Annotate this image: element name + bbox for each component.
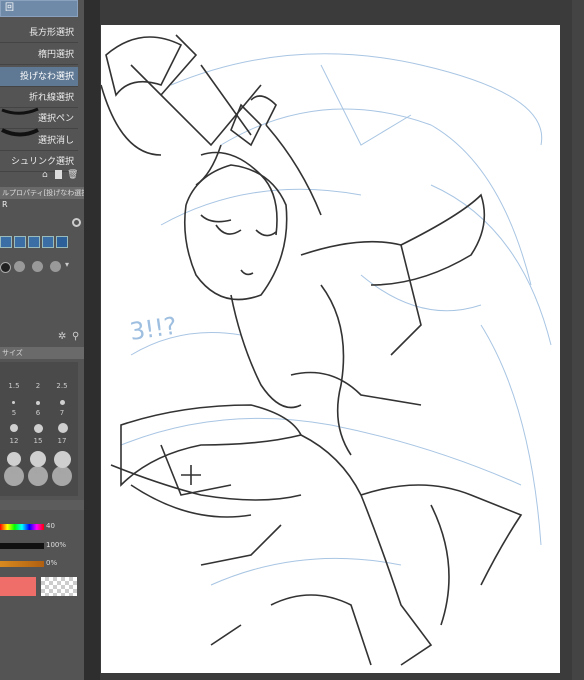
brush-size-dot	[7, 452, 21, 466]
selection-mode-subtract-icon[interactable]	[28, 236, 40, 248]
brush-size-dot	[34, 424, 43, 433]
brush-size-dot	[60, 400, 65, 405]
brush-size-label: 2	[35, 382, 41, 390]
brush-size-label: 6	[35, 409, 41, 417]
hue-slider[interactable]	[0, 524, 44, 530]
tool-mark-label: R	[2, 200, 8, 209]
drawing-canvas[interactable]: 3!!?	[100, 25, 560, 673]
tool-property-header: ルプロパティ[投げなわ選択]	[0, 187, 84, 199]
selection-mode-intersect-icon[interactable]	[42, 236, 54, 248]
brush-size-dot	[10, 424, 18, 432]
opacity-value: 100%	[46, 541, 67, 549]
color-slider-value: 0%	[46, 559, 58, 567]
brush-size-dot	[30, 451, 46, 467]
brush-size-label: 12	[9, 437, 19, 445]
color-panel-tabs[interactable]	[0, 500, 84, 510]
panel-scrollbar[interactable]	[84, 0, 100, 680]
brush-size-header: サイズ	[0, 347, 84, 359]
panel-top-button[interactable]: 回	[0, 0, 78, 17]
magnifier-icon[interactable]	[72, 218, 81, 227]
subtool-lasso-select[interactable]: 投げなわ選択	[0, 67, 78, 87]
main-color-swatch[interactable]	[0, 577, 36, 596]
brush-size-label: 7	[59, 409, 65, 417]
settings-icon[interactable]: ✲	[58, 331, 66, 342]
brush-size-dot	[36, 401, 40, 405]
brush-size-dot	[28, 466, 48, 486]
brush-size-grid[interactable]: 1.5 2 2.5 5 6 7 12 15 17 30 40 50	[0, 362, 78, 496]
color-slider[interactable]	[0, 561, 44, 567]
canvas-annotation: 3!!?	[128, 312, 179, 346]
chevron-down-icon[interactable]: ▾	[65, 260, 69, 269]
antialias-options[interactable]: ▾	[0, 260, 78, 274]
trash-icon[interactable]: 🗑	[67, 170, 78, 180]
brush-size-dot	[4, 466, 24, 486]
hue-value: 40	[46, 522, 55, 530]
canvas-scrollbar[interactable]	[572, 0, 584, 680]
opacity-slider[interactable]	[0, 543, 44, 549]
brush-size-label: 2.5	[56, 382, 68, 390]
subtool-actions: ⌂ 🗑	[42, 169, 78, 181]
brush-size-label: 17	[57, 437, 67, 445]
brush-size-dot	[52, 466, 72, 486]
selection-mode-select-icon[interactable]	[56, 236, 68, 248]
brush-size-label: 15	[33, 437, 43, 445]
selection-mode-new-icon[interactable]	[0, 236, 12, 248]
folder-icon[interactable]: ⌂	[42, 170, 48, 180]
tool-panel: 回 長方形選択 楕円選択 投げなわ選択 折れ線選択 選択ペン 選択消し シュリン…	[0, 0, 84, 680]
wrench-icon[interactable]: ⚲	[72, 331, 79, 342]
brush-size-dot	[12, 401, 15, 404]
sketch-artwork: 3!!?	[100, 34, 552, 666]
brush-size-dot	[58, 423, 68, 433]
brush-size-label: 5	[11, 409, 17, 417]
subtool-selection-eraser[interactable]: 選択消し	[0, 131, 78, 151]
transparent-color-swatch[interactable]	[41, 577, 77, 596]
selection-mode-add-icon[interactable]	[14, 236, 26, 248]
subtool-rect-select[interactable]: 長方形選択	[0, 23, 78, 43]
subtool-ellipse-select[interactable]: 楕円選択	[0, 45, 78, 65]
brush-size-label: 1.5	[8, 382, 20, 390]
new-subtool-icon[interactable]	[55, 170, 62, 179]
